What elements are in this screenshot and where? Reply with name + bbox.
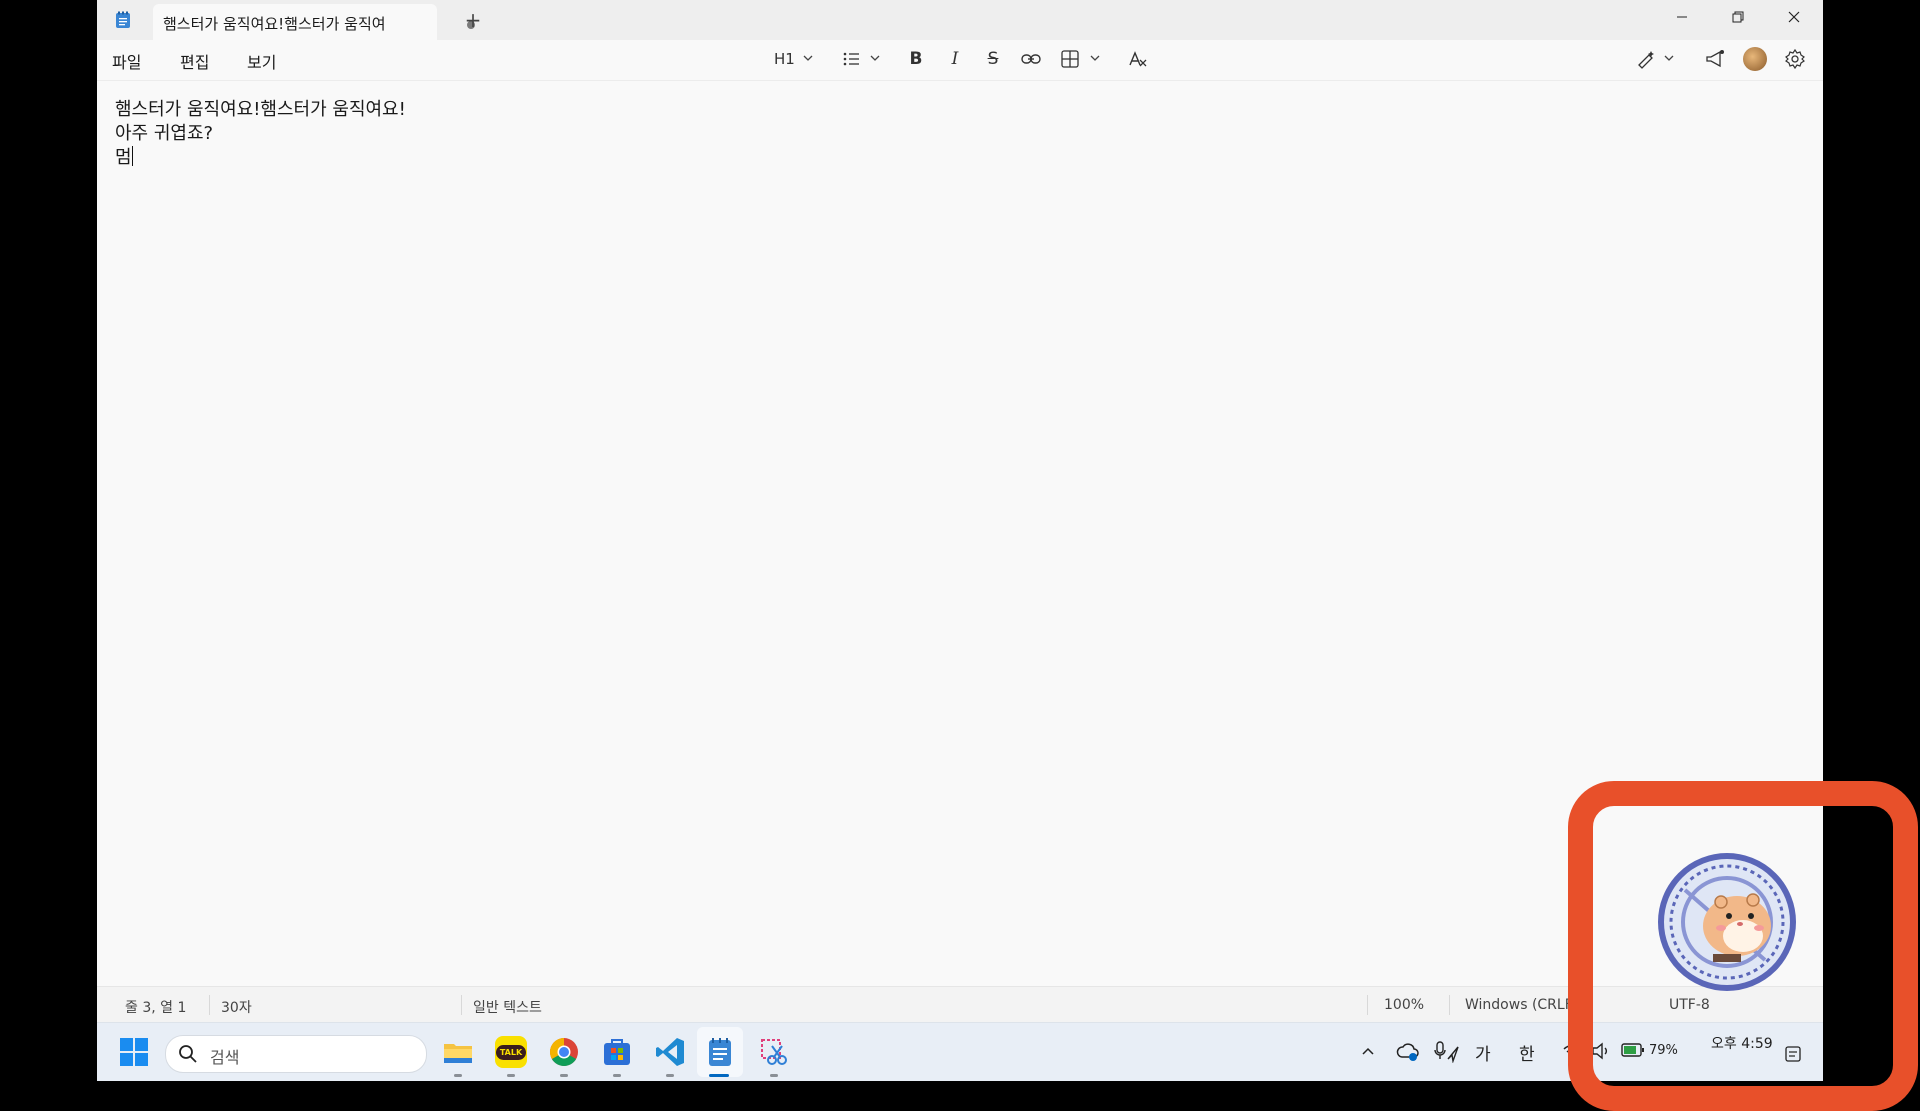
running-indicator [613, 1074, 621, 1077]
kakaotalk-badge: TALK [495, 1044, 527, 1060]
active-indicator [709, 1074, 729, 1077]
minimize-button[interactable] [1655, 0, 1709, 34]
taskbar-search-box[interactable]: 검색 [165, 1035, 427, 1073]
avatar[interactable] [1743, 47, 1767, 71]
megaphone-icon[interactable] [1704, 48, 1726, 70]
restore-button[interactable] [1711, 0, 1765, 34]
chevron-up-icon[interactable] [1360, 1043, 1376, 1059]
close-icon [1788, 11, 1800, 23]
hamster-wheel-icon[interactable] [1655, 850, 1799, 994]
running-indicator [666, 1074, 674, 1077]
heading-label: H1 [774, 50, 795, 68]
status-divider [461, 995, 462, 1015]
character-count: 30자 [221, 1000, 252, 1016]
zoom-level[interactable]: 100% [1384, 997, 1424, 1013]
menu-view[interactable]: 보기 [247, 49, 276, 73]
tab-document[interactable]: 햄스터가 움직여요!햄스터가 움직여 [153, 4, 475, 40]
copilot-rewrite-icon[interactable] [1635, 48, 1657, 70]
chevron-down-icon[interactable] [870, 54, 880, 62]
notepad-app-icon [116, 11, 130, 28]
windows-start-icon[interactable] [119, 1037, 149, 1067]
editor-line-2: 아주 귀엽죠? [115, 123, 214, 144]
bold-icon[interactable]: B [906, 48, 926, 70]
cloud-icon[interactable] [1396, 1039, 1420, 1063]
chevron-down-icon[interactable] [1664, 54, 1674, 62]
status-divider [209, 995, 210, 1015]
heading-dropdown[interactable]: H1 [774, 48, 795, 70]
status-bar: 줄 3, 열 1 30자 일반 텍스트 100% Windows (CRLF U… [97, 986, 1823, 1023]
gear-icon[interactable] [1784, 48, 1806, 70]
running-indicator [507, 1074, 515, 1077]
snipping-tool-icon[interactable] [758, 1036, 790, 1068]
close-button[interactable] [1767, 0, 1821, 34]
menu-file[interactable]: 파일 [112, 49, 141, 73]
running-indicator [454, 1074, 462, 1077]
cursor-position: 줄 3, 열 1 [125, 1000, 187, 1016]
editor-line-1: 햄스터가 움직여요!햄스터가 움직여요! [115, 99, 406, 120]
notepad-icon[interactable] [704, 1036, 736, 1068]
strikethrough-icon[interactable]: S [983, 48, 1003, 70]
text-editor[interactable]: 햄스터가 움직여요!햄스터가 움직여요! 아주 귀엽죠? 멈 [115, 98, 406, 170]
italic-icon[interactable]: I [945, 48, 965, 70]
title-bar: 햄스터가 움직여요!햄스터가 움직여 + [97, 0, 1823, 40]
taskbar: 검색 TALK 가 한 79% 오후 4:59 [97, 1022, 1823, 1081]
search-placeholder: 검색 [210, 1048, 240, 1067]
restore-icon [1732, 11, 1744, 23]
line-ending[interactable]: Windows (CRLF [1465, 997, 1573, 1013]
clear-formatting-icon[interactable] [1127, 48, 1149, 70]
chrome-icon[interactable] [548, 1036, 580, 1068]
editor-line-3: 멈 [115, 147, 132, 168]
new-tab-button[interactable]: + [461, 8, 485, 32]
kakaotalk-icon[interactable]: TALK [495, 1036, 527, 1068]
table-icon[interactable] [1060, 48, 1080, 70]
list-icon[interactable] [842, 48, 862, 70]
file-explorer-icon[interactable] [442, 1036, 474, 1068]
store-icon[interactable] [601, 1036, 633, 1068]
minimize-icon [1677, 16, 1687, 18]
chevron-down-icon[interactable] [1090, 54, 1100, 62]
running-indicator [560, 1074, 568, 1077]
chevron-down-icon[interactable] [803, 54, 813, 62]
status-divider [1449, 995, 1450, 1015]
vscode-icon[interactable] [654, 1036, 686, 1068]
running-indicator [770, 1074, 778, 1077]
menu-edit[interactable]: 편집 [180, 49, 209, 73]
tab-title: 햄스터가 움직여요!햄스터가 움직여 [163, 15, 386, 33]
link-icon[interactable] [1020, 48, 1042, 70]
format-mode[interactable]: 일반 텍스트 [473, 997, 542, 1017]
ime-mode-indicator[interactable]: 가 [1475, 1040, 1491, 1065]
search-icon [179, 1045, 197, 1063]
text-caret [131, 146, 133, 166]
status-divider [1367, 995, 1368, 1015]
microphone-location-icon[interactable] [1434, 1039, 1460, 1063]
notepad-window: 햄스터가 움직여요!햄스터가 움직여 + 파일 편집 보기 H1 B I S 햄… [97, 0, 1823, 1081]
ime-language-indicator[interactable]: 한 [1519, 1040, 1535, 1065]
